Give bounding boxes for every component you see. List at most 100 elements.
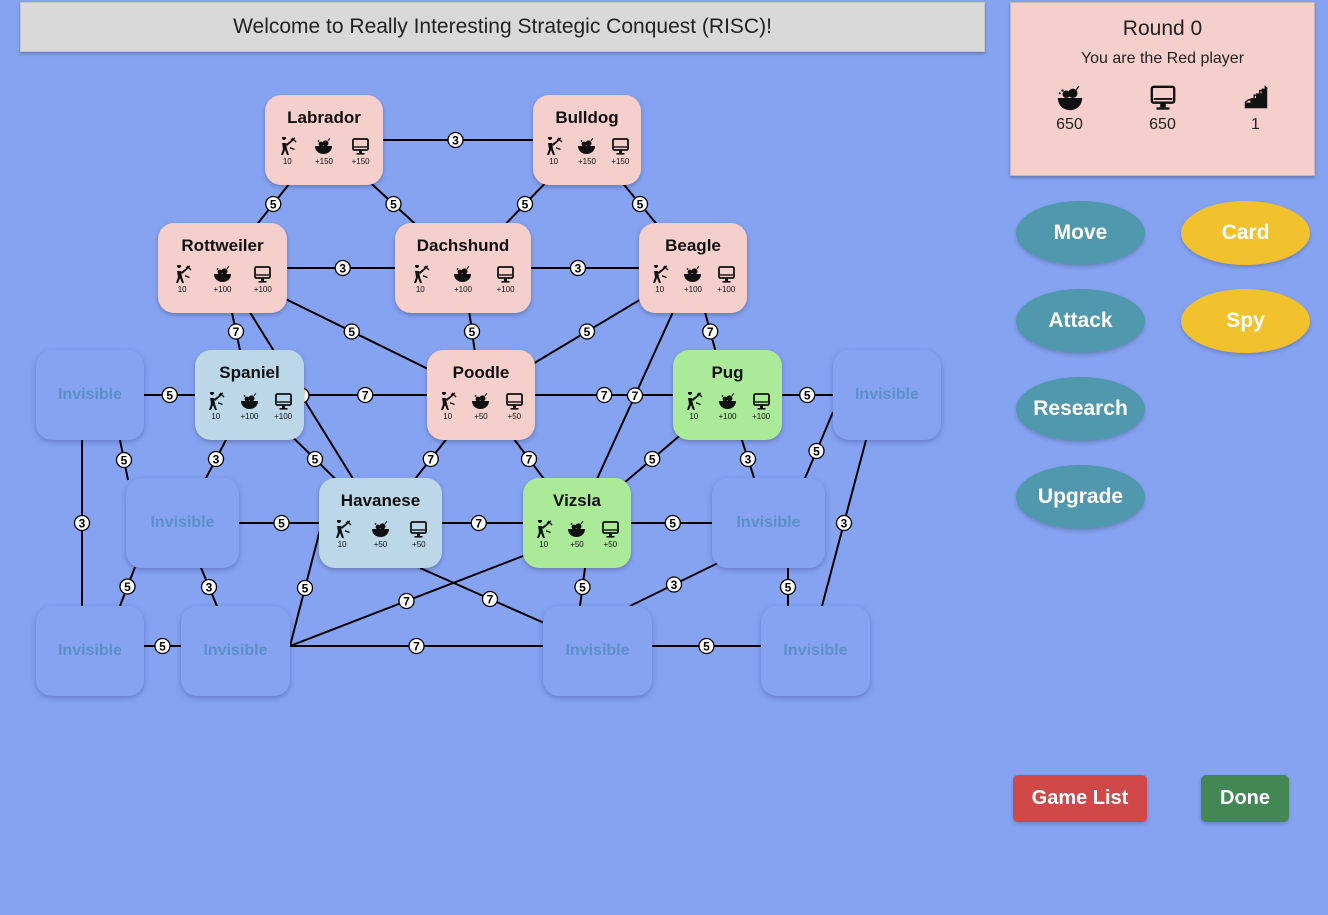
- unit-count: 10: [415, 285, 425, 294]
- tech-stat: +100: [710, 265, 743, 294]
- territory-name: Havanese: [340, 491, 421, 510]
- food-stat: +50: [362, 520, 400, 549]
- territory-invisible[interactable]: Invisible: [712, 478, 825, 568]
- done-button[interactable]: Done: [1201, 775, 1289, 822]
- svg-text:7: 7: [475, 517, 482, 531]
- research-button[interactable]: Research: [1016, 377, 1145, 441]
- soldier-icon: [441, 392, 457, 410]
- move-button[interactable]: Move: [1016, 201, 1145, 265]
- territory-invisible[interactable]: Invisible: [761, 606, 870, 696]
- unit-stat: 10: [199, 392, 232, 421]
- territory-dachshund[interactable]: Dachshund 10 +100 +100: [395, 223, 531, 313]
- territory-invisible[interactable]: Invisible: [126, 478, 239, 568]
- food-stat: +150: [570, 137, 603, 166]
- territory-invisible[interactable]: Invisible: [36, 350, 144, 440]
- level-resource: 1: [1209, 84, 1301, 134]
- food-production: +150: [577, 157, 596, 166]
- game-list-button[interactable]: Game List: [1013, 775, 1147, 822]
- territory-stats: 10 +50 +50: [523, 520, 631, 549]
- territory-name: Invisible: [565, 642, 630, 659]
- food-production: +150: [314, 157, 333, 166]
- move-cost-badge: 3: [569, 259, 587, 277]
- svg-text:3: 3: [671, 578, 678, 592]
- tech-stat: +50: [594, 520, 627, 549]
- food-production: +50: [474, 412, 488, 421]
- svg-text:5: 5: [522, 198, 529, 212]
- move-cost-badge: 5: [574, 578, 591, 596]
- unit-count: 10: [549, 157, 559, 166]
- svg-text:7: 7: [233, 325, 240, 339]
- round-label: Round 0: [1122, 17, 1203, 40]
- move-cost-badge: 5: [578, 323, 596, 340]
- soldier-icon: [687, 392, 703, 410]
- computer-monitor-icon: [752, 393, 770, 410]
- unit-stat: 10: [527, 520, 560, 549]
- territory-invisible[interactable]: Invisible: [833, 350, 941, 440]
- upgrade-button[interactable]: Upgrade: [1016, 465, 1145, 529]
- move-cost-badge: 3: [447, 131, 464, 149]
- computer-monitor-icon: [410, 521, 428, 538]
- svg-text:7: 7: [487, 593, 494, 607]
- territory-name: Invisible: [736, 514, 801, 531]
- svg-text:7: 7: [413, 640, 420, 654]
- territory-labrador[interactable]: Labrador 10 +150 +150: [265, 95, 383, 185]
- territory-name: Bulldog: [555, 108, 619, 127]
- territory-havanese[interactable]: Havanese 10 +50 +50: [319, 478, 442, 568]
- spy-button[interactable]: Spy: [1181, 289, 1310, 353]
- attack-button[interactable]: Attack: [1016, 289, 1145, 353]
- food-stat: +150: [306, 137, 342, 166]
- computer-monitor-icon: [611, 138, 629, 155]
- svg-text:5: 5: [390, 198, 397, 212]
- move-cost-badge: 3: [73, 514, 91, 532]
- territory-invisible[interactable]: Invisible: [36, 606, 144, 696]
- computer-monitor-icon: [497, 266, 515, 283]
- soldier-icon: [280, 137, 297, 155]
- territory-stats: 10 +100 +100: [639, 265, 747, 294]
- territory-name: Invisible: [57, 642, 123, 659]
- tech-stat: +50: [498, 392, 531, 421]
- food-bowl-icon: [568, 521, 586, 537]
- svg-text:5: 5: [804, 389, 811, 403]
- move-cost-badge: 5: [296, 579, 314, 597]
- move-cost-badge: 5: [644, 450, 661, 468]
- svg-text:7: 7: [362, 389, 369, 403]
- svg-text:5: 5: [703, 640, 710, 654]
- tech-stat: +150: [342, 137, 378, 166]
- unit-count: 10: [539, 540, 549, 549]
- svg-text:7: 7: [403, 595, 410, 609]
- svg-text:3: 3: [79, 517, 86, 531]
- move-cost-badge: 5: [779, 578, 797, 596]
- territory-bulldog[interactable]: Bulldog 10 +150 +150: [533, 95, 641, 185]
- svg-text:3: 3: [841, 517, 848, 531]
- territory-vizsla[interactable]: Vizsla 10 +50 +50: [523, 478, 631, 568]
- move-cost-badge: 5: [808, 442, 825, 460]
- svg-text:7: 7: [601, 389, 608, 403]
- resource-list: 650 650 1: [1011, 84, 1314, 134]
- svg-text:5: 5: [348, 325, 355, 339]
- food-bowl-icon: [1057, 85, 1082, 111]
- food-stat: +100: [203, 265, 243, 294]
- svg-text:5: 5: [579, 581, 586, 595]
- computer-monitor-icon: [717, 266, 735, 283]
- territory-poodle[interactable]: Poodle 10 +50 +50: [427, 350, 535, 440]
- territory-rottweiler[interactable]: Rottweiler 10 +100 +100: [158, 223, 287, 313]
- svg-text:5: 5: [124, 580, 131, 594]
- card-button[interactable]: Card: [1181, 201, 1310, 265]
- territory-invisible[interactable]: Invisible: [543, 606, 652, 696]
- svg-text:7: 7: [427, 453, 434, 467]
- territory-name: Invisible: [57, 386, 123, 403]
- computer-monitor-icon: [1150, 85, 1175, 110]
- food-production: +100: [683, 285, 702, 294]
- move-cost-badge: 7: [702, 323, 719, 340]
- level-value: 1: [1251, 116, 1260, 133]
- move-cost-badge: 7: [520, 450, 538, 468]
- territory-stats: 10 +150 +150: [265, 137, 383, 166]
- soldier-icon: [335, 520, 352, 538]
- territory-beagle[interactable]: Beagle 10 +100 +100: [639, 223, 747, 313]
- svg-text:5: 5: [637, 198, 644, 212]
- move-cost-badge: 3: [207, 450, 225, 468]
- territory-invisible[interactable]: Invisible: [181, 606, 290, 696]
- move-cost-badge: 5: [385, 195, 402, 213]
- territory-spaniel[interactable]: Spaniel 10 +100 +100: [195, 350, 304, 440]
- territory-pug[interactable]: Pug 10 +100 +100: [673, 350, 782, 440]
